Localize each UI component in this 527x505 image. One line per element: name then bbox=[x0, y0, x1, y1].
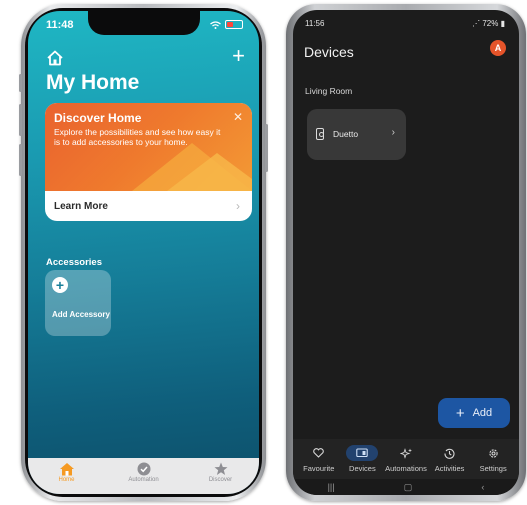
chevron-right-icon: › bbox=[391, 127, 395, 138]
nav-indicator bbox=[303, 445, 335, 461]
speaker-icon bbox=[316, 128, 324, 140]
nav-indicator bbox=[477, 445, 509, 461]
discover-title: Discover Home bbox=[54, 111, 142, 125]
bottom-navigation: Favourite Devices Automations Activities… bbox=[293, 439, 519, 479]
tab-home[interactable]: Home bbox=[37, 458, 97, 483]
tab-automation[interactable]: Automation bbox=[114, 458, 174, 483]
history-icon bbox=[444, 448, 455, 459]
android-system-bar: ||| ▢ ‹ bbox=[293, 479, 519, 495]
ios-tab-bar: Home Automation Discover bbox=[28, 458, 259, 494]
nav-activities[interactable]: Activities bbox=[428, 439, 472, 479]
nav-indicator bbox=[390, 445, 422, 461]
tab-label: Discover bbox=[208, 477, 233, 483]
android-screen: 11:56 ⋰ 72% ▮ Devices A Living Room Duet… bbox=[293, 10, 519, 495]
home-circle-icon[interactable]: ▢ bbox=[404, 482, 413, 493]
discover-home-card[interactable]: Discover Home Explore the possibilities … bbox=[45, 103, 252, 221]
android-frame: 11:56 ⋰ 72% ▮ Devices A Living Room Duet… bbox=[286, 4, 526, 501]
learn-more-link[interactable]: Learn More bbox=[54, 201, 108, 212]
house-icon[interactable] bbox=[46, 49, 64, 67]
sparkle-icon bbox=[399, 447, 412, 459]
nav-label: Activities bbox=[434, 464, 465, 473]
house-icon bbox=[59, 463, 74, 476]
nav-devices[interactable]: Devices bbox=[341, 439, 385, 479]
room-label: Living Room bbox=[305, 86, 353, 96]
recents-icon[interactable]: ||| bbox=[328, 482, 335, 492]
iphone-notch bbox=[87, 11, 200, 35]
device-card-duetto[interactable]: Duetto › bbox=[307, 109, 406, 160]
battery-percent: 72% bbox=[482, 19, 499, 28]
nav-indicator bbox=[346, 445, 379, 461]
nav-label: Devices bbox=[349, 464, 376, 473]
iphone-mute-switch bbox=[19, 74, 22, 92]
signal-icon: ⋰ bbox=[472, 19, 483, 28]
nav-label: Settings bbox=[479, 464, 507, 473]
avatar[interactable]: A bbox=[490, 40, 506, 56]
heart-icon bbox=[313, 448, 325, 458]
nav-favourite[interactable]: Favourite bbox=[297, 439, 341, 479]
status-icons bbox=[210, 20, 243, 29]
battery-icon bbox=[225, 20, 243, 29]
nav-label: Automations bbox=[385, 464, 427, 473]
status-time: 11:56 bbox=[305, 19, 325, 28]
gear-icon bbox=[489, 448, 498, 458]
clock-check-icon bbox=[137, 462, 150, 476]
add-icon[interactable]: + bbox=[232, 45, 245, 67]
tab-label: Automation bbox=[128, 477, 159, 483]
nav-indicator bbox=[434, 445, 466, 461]
wifi-icon bbox=[210, 20, 221, 29]
add-device-button[interactable]: + Add bbox=[438, 398, 510, 428]
back-icon[interactable]: ‹ bbox=[481, 482, 484, 492]
add-button-label: Add bbox=[472, 407, 493, 419]
plus-icon: + bbox=[455, 404, 465, 422]
iphone-power-button bbox=[265, 124, 268, 172]
device-name: Duetto bbox=[333, 129, 359, 139]
star-icon bbox=[214, 462, 227, 475]
accessories-section-label: Accessories bbox=[46, 257, 102, 268]
status-time: 11:48 bbox=[46, 19, 74, 31]
status-icons: ⋰ 72% ▮ bbox=[472, 19, 505, 28]
add-accessory-tile[interactable]: + Add Accessory bbox=[45, 270, 111, 336]
add-accessory-label: Add Accessory bbox=[52, 310, 110, 319]
battery-icon: ▮ bbox=[498, 19, 505, 28]
iphone-frame: 11:48 + My Home Discover Home Explore th… bbox=[19, 4, 268, 501]
chevron-right-icon: › bbox=[236, 199, 240, 213]
iphone-screen: 11:48 + My Home Discover Home Explore th… bbox=[28, 11, 259, 494]
discover-card-banner: Discover Home Explore the possibilities … bbox=[45, 103, 252, 191]
close-icon[interactable]: ✕ bbox=[233, 110, 243, 124]
tab-label: Home bbox=[58, 477, 75, 483]
nav-label: Favourite bbox=[303, 464, 335, 473]
tab-discover[interactable]: Discover bbox=[191, 458, 251, 483]
devices-icon bbox=[356, 448, 369, 458]
nav-settings[interactable]: Settings bbox=[471, 439, 515, 479]
page-title: Devices bbox=[304, 44, 354, 60]
discover-description: Explore the possibilities and see how ea… bbox=[54, 127, 221, 147]
page-title: My Home bbox=[46, 71, 140, 94]
plus-circle-icon: + bbox=[52, 277, 68, 293]
iphone-volume-down bbox=[19, 144, 22, 176]
iphone-volume-up bbox=[19, 104, 22, 136]
nav-automations[interactable]: Automations bbox=[384, 439, 428, 479]
